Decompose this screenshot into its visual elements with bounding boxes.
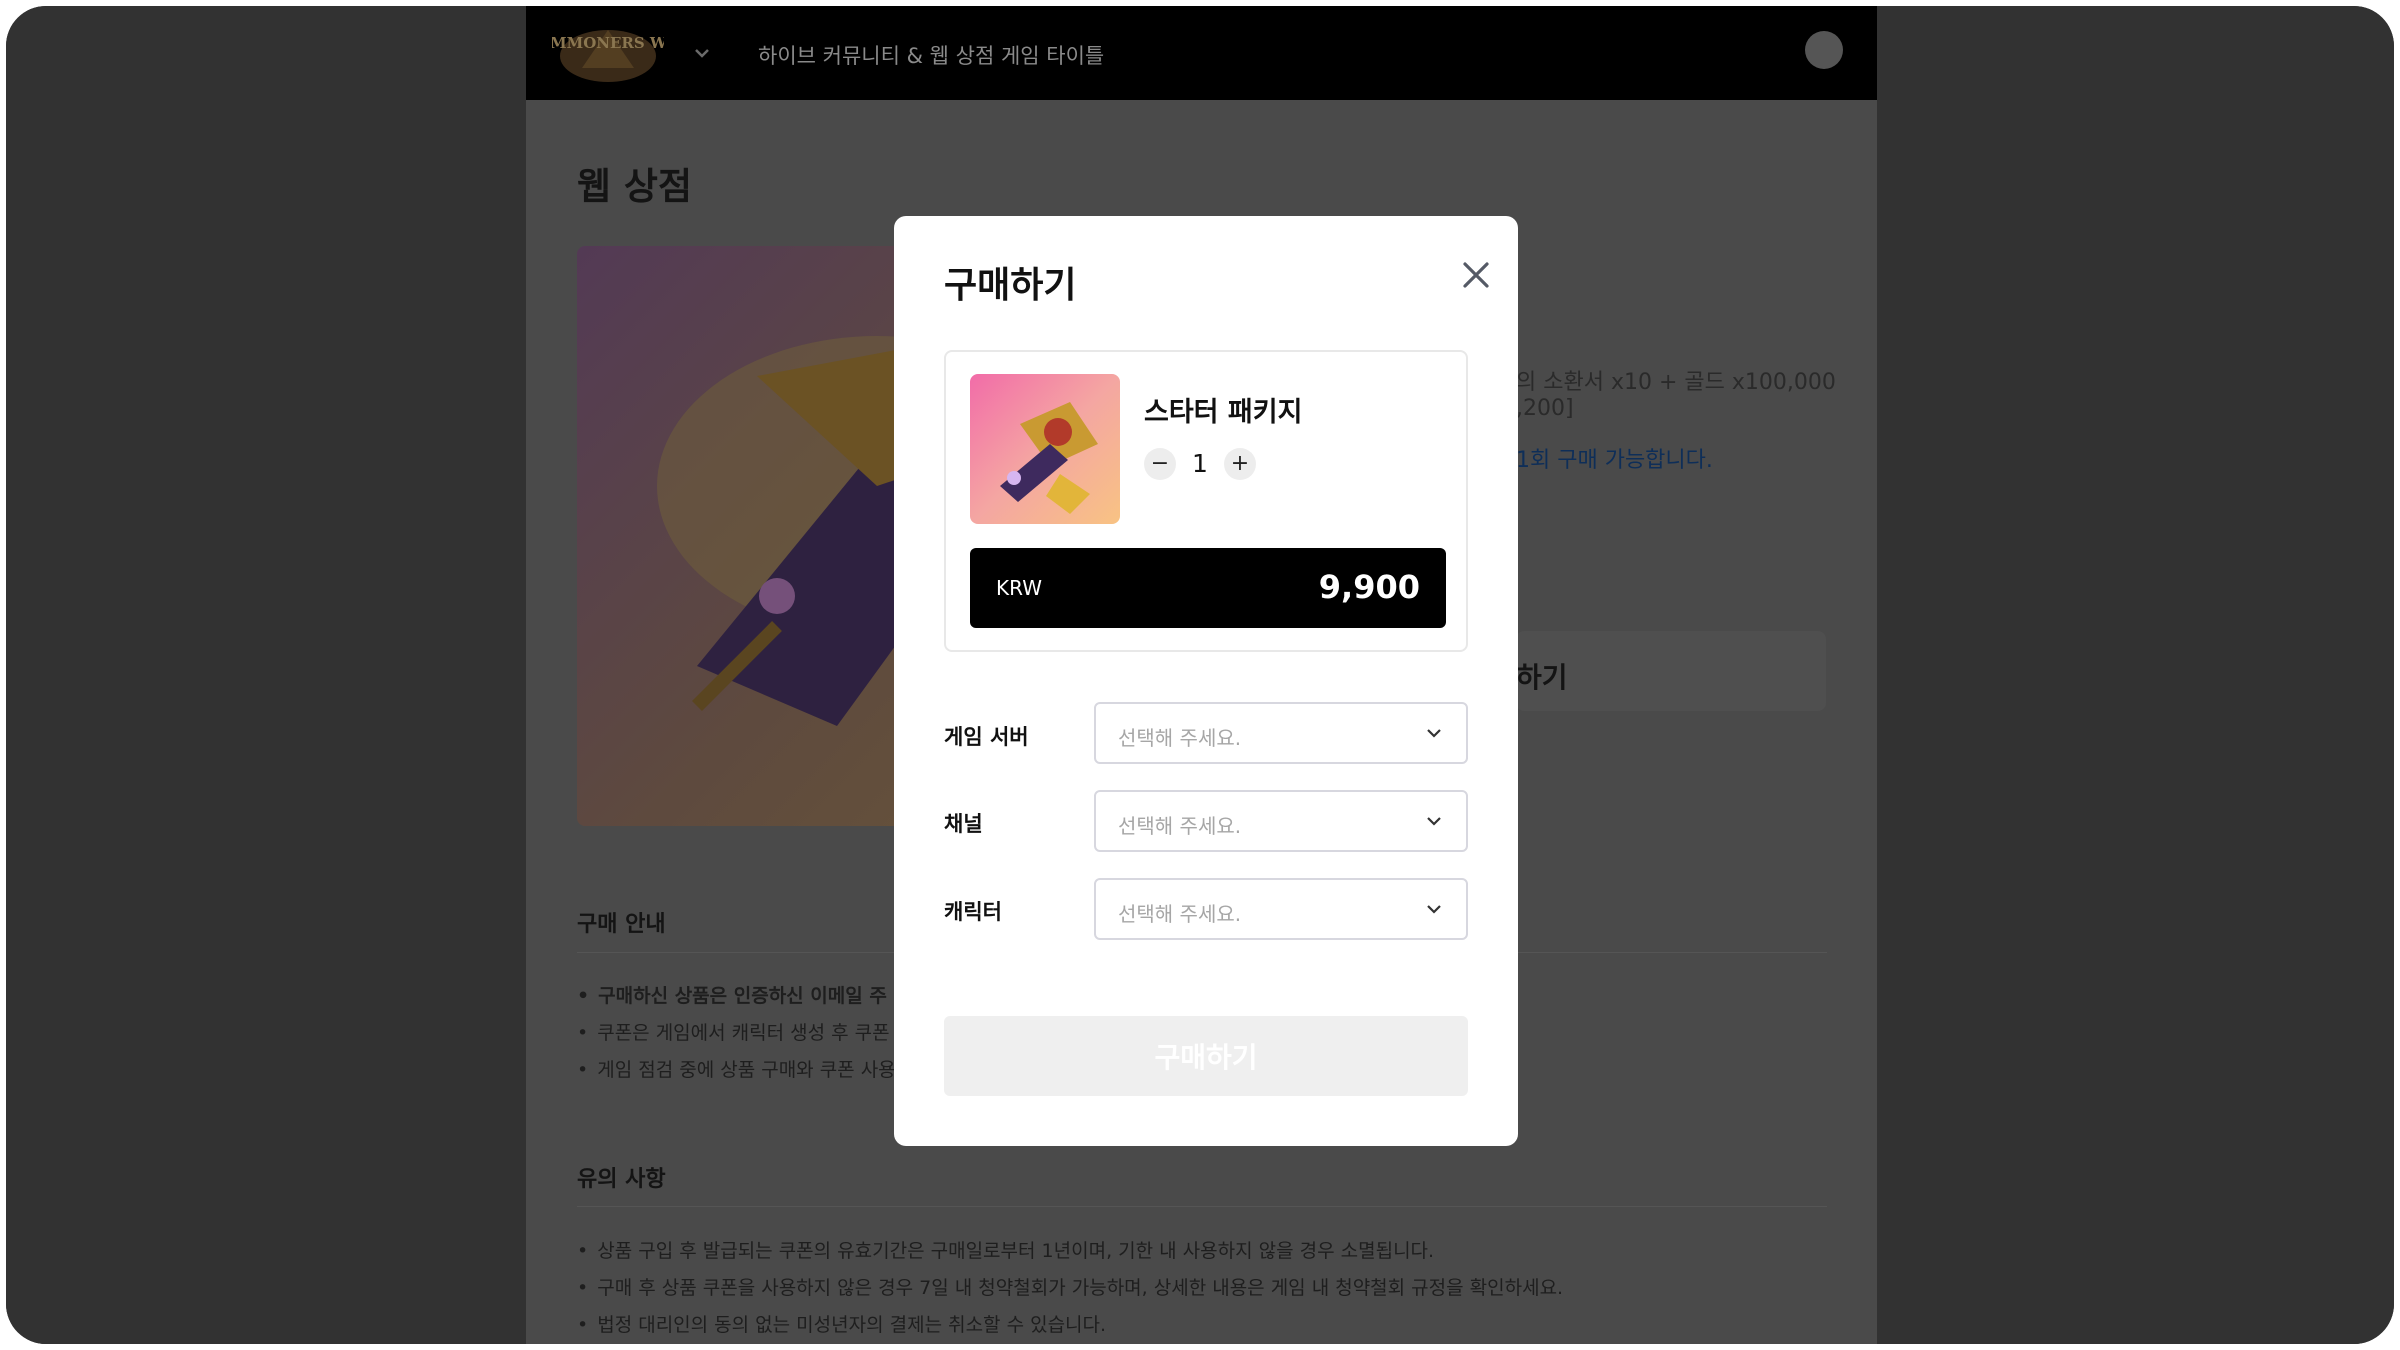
chevron-down-icon — [1427, 817, 1441, 826]
purchase-button-label: 구매하기 — [1154, 1041, 1258, 1074]
quantity-value: 1 — [1192, 449, 1208, 478]
channel-select[interactable]: 선택해 주세요. — [1094, 790, 1468, 852]
price-bar: KRW 9,900 — [970, 548, 1446, 628]
overlay-left — [6, 6, 526, 1344]
character-select-placeholder: 선택해 주세요. — [1118, 902, 1242, 926]
avatar[interactable] — [1805, 31, 1843, 69]
notes-title: 유의 사항 — [577, 1167, 666, 1192]
channel-label: 채널 — [944, 812, 983, 836]
item-name: 스타터 패키지 — [1144, 397, 1303, 428]
server-select-placeholder: 선택해 주세요. — [1118, 726, 1242, 750]
top-navigation-bar: SUMMONERS WAR 하이브 커뮤니티 & 웹 상점 게임 타이틀 — [526, 6, 1877, 100]
purchase-guide-item: 구매하신 상품은 인증하신 이메일 주 — [577, 981, 887, 1008]
server-label: 게임 서버 — [944, 725, 1029, 749]
page-title: 웹 상점 — [577, 165, 693, 208]
page-buy-button-label: 하기 — [1516, 661, 1568, 694]
notes-item: 구매 후 상품 쿠폰을 사용하지 않은 경우 7일 내 청약철회가 가능하며, … — [577, 1273, 1563, 1300]
header-title[interactable]: 하이브 커뮤니티 & 웹 상점 게임 타이틀 — [758, 40, 1104, 70]
summoners-war-logo[interactable]: SUMMONERS WAR — [552, 20, 664, 86]
price-amount: 9,900 — [1318, 568, 1420, 606]
product-description-line-2: ,200] — [1516, 396, 1574, 421]
chevron-down-icon — [1427, 729, 1441, 738]
purchase-guide-title: 구매 안내 — [577, 912, 666, 937]
browser-window: SUMMONERS WAR 하이브 커뮤니티 & 웹 상점 게임 타이틀 웹 상… — [6, 6, 2394, 1344]
order-item-card: 스타터 패키지 − 1 + KRW 9,900 — [944, 350, 1468, 652]
purchase-modal: 구매하기 스타터 패키지 − 1 + KRW 9,900 게임 서버 선택해 주… — [894, 216, 1518, 1146]
purchase-limit-notice: 1회 구매 가능합니다. — [1516, 448, 1713, 473]
chevron-down-icon[interactable] — [693, 44, 711, 62]
purchase-button[interactable]: 구매하기 — [944, 1016, 1468, 1096]
notes-item: 상품 구입 후 발급되는 쿠폰의 유효기간은 구매일로부터 1년이며, 기한 내… — [577, 1236, 1434, 1263]
server-select[interactable]: 선택해 주세요. — [1094, 702, 1468, 764]
price-currency: KRW — [996, 576, 1042, 600]
item-thumbnail-art — [1000, 402, 1098, 514]
close-icon[interactable] — [1452, 251, 1500, 299]
modal-title: 구매하기 — [944, 265, 1077, 306]
overlay-right — [1877, 6, 2394, 1344]
logo-text: SUMMONERS WAR — [552, 34, 664, 52]
chevron-down-icon — [1427, 905, 1441, 914]
plus-icon[interactable]: + — [1224, 448, 1256, 480]
minus-icon[interactable]: − — [1144, 448, 1176, 480]
product-description-line-1: 의 소환서 x10 + 골드 x100,000 — [1516, 370, 1836, 395]
character-label: 캐릭터 — [944, 900, 1002, 924]
purchase-guide-item: 게임 점검 중에 상품 구매와 쿠폰 사용 — [577, 1055, 895, 1082]
notes-item: 법정 대리인의 동의 없는 미성년자의 결제는 취소할 수 있습니다. — [577, 1310, 1106, 1337]
item-thumbnail — [970, 374, 1120, 524]
channel-select-placeholder: 선택해 주세요. — [1118, 814, 1242, 838]
purchase-guide-item: 쿠폰은 게임에서 캐릭터 생성 후 쿠폰 — [577, 1018, 889, 1045]
divider — [577, 1206, 1827, 1207]
character-select[interactable]: 선택해 주세요. — [1094, 878, 1468, 940]
